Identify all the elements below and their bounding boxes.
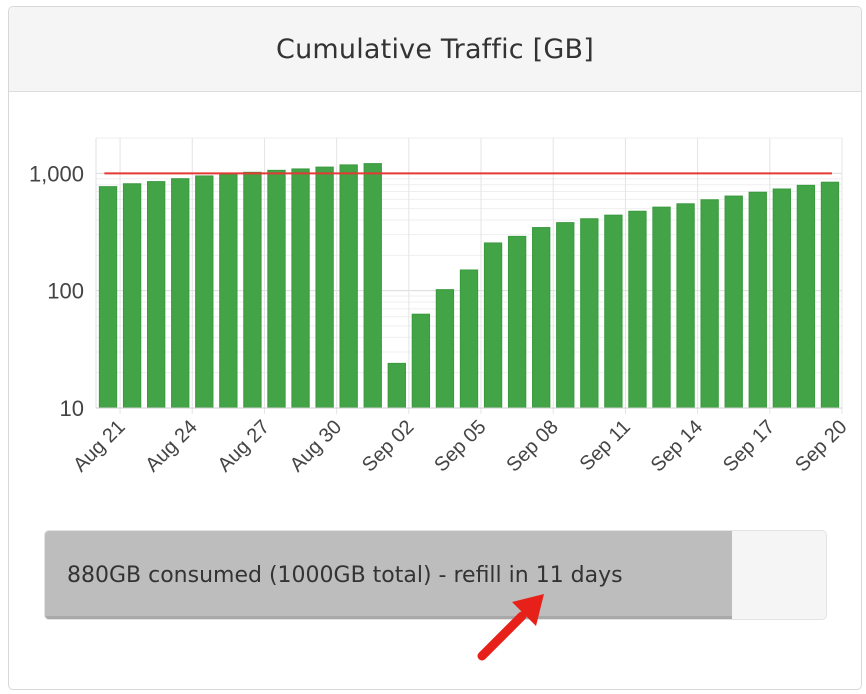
x-tick-label: Aug 30 [286,416,346,476]
bar [507,235,527,409]
x-tick-label: Sep 11 [576,416,635,475]
bar [820,181,840,409]
x-tick-label: Sep 02 [358,416,418,476]
bar [219,173,238,409]
bar [652,206,671,409]
bar [411,313,431,409]
x-tick-label: Sep 20 [791,416,851,476]
y-tick-label: 10 [60,396,84,421]
traffic-chart: 10 100 1,000 Aug 21 Aug 24 Aug 27 Aug 30 Sep 02… [29,137,852,476]
bar [363,163,382,409]
bar [532,227,551,409]
x-tick-label: Aug 21 [69,416,129,476]
bar [724,195,743,409]
x-tick-label: Sep 14 [647,416,707,476]
x-tick-label: Aug 27 [214,416,274,476]
bar [772,188,792,409]
bar [315,166,334,409]
bar [122,183,142,409]
bar [676,203,695,409]
bar [146,181,166,409]
x-tick-label: Sep 08 [502,416,562,476]
x-tick-label: Sep 17 [719,416,779,476]
bar [604,214,623,409]
bar [435,289,455,409]
bar [748,191,767,409]
bar [195,175,214,409]
bar [267,169,286,409]
quota-progress-bar: 880GB consumed (1000GB total) - refill i… [44,530,827,620]
bar [171,178,190,409]
bar [291,168,310,409]
red-arrow-icon [477,594,544,661]
y-tick-label: 1,000 [29,161,84,186]
bar [700,199,719,409]
bar [387,362,406,409]
x-tick-label: Aug 24 [141,416,201,476]
y-tick-label: 100 [47,279,84,304]
bar [339,164,358,409]
bar [628,210,647,409]
bar [483,242,503,409]
x-tick-label: Sep 05 [430,416,490,476]
bar [98,186,118,409]
bar [796,184,816,409]
bar [556,222,575,409]
bar [243,171,262,409]
bar [459,269,479,409]
bar [580,218,599,409]
